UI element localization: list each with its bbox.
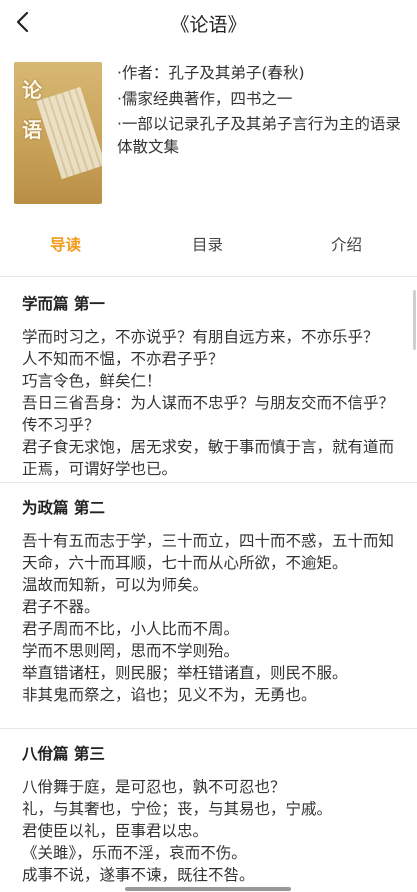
verse-line: 学而不思则罔，思而不学则殆。 [22, 642, 240, 660]
verse-line: 举直错诸枉，则民服；举枉错诸直，则民不服。 [22, 664, 348, 682]
divider [0, 728, 417, 729]
book-meta: ·作者：孔子及其弟子(春秋) ·儒家经典著作，四书之一 ·一部以记录孔子及其弟子… [117, 62, 409, 161]
verse-line: 八佾舞于庭，是可忍也，孰不可忍也？ [22, 778, 286, 796]
author-line: ·作者：孔子及其弟子(春秋) [117, 64, 305, 82]
top-bar: 《论语》 [0, 0, 417, 46]
chapter-title: 为政篇 第二 [22, 499, 105, 517]
classic-line: ·儒家经典著作，四书之一 [117, 89, 293, 108]
verse-line: 君子周而不比，小人比而不周。 [22, 620, 240, 638]
chapter-body: 八佾舞于庭，是可忍也，孰不可忍也？ 礼，与其奢也，宁俭；丧，与其易也，宁戚。 君… [22, 776, 400, 886]
verse-line: 学而时习之，不亦说乎？有朋自远方来，不亦乐乎？ [22, 328, 379, 346]
home-indicator[interactable] [125, 887, 291, 891]
verse-line: 吾十有五而志于学，三十而立，四十而不惑，五十而知天命，六十而耳顺，七十而从心所欲… [22, 532, 395, 572]
chapter-3: 八佾篇 第三 八佾舞于庭，是可忍也，孰不可忍也？ 礼，与其奢也，宁俭；丧，与其易… [22, 742, 400, 886]
tab-intro[interactable]: 介绍 [331, 233, 362, 255]
cover-char-2: 语 [22, 118, 42, 142]
chapter-body: 学而时习之，不亦说乎？有朋自远方来，不亦乐乎？ 人不知而不愠，不亦君子乎？ 巧言… [22, 326, 400, 480]
verse-line: 吾日三省吾身：为人谋而不忠乎？与朋友交而不信乎？传不习乎？ [22, 394, 395, 434]
page-title: 《论语》 [170, 14, 247, 36]
verse-line: 君使臣以礼，臣事君以忠。 [22, 822, 209, 840]
chapter-title: 学而篇 第一 [22, 295, 105, 313]
chapter-title: 八佾篇 第三 [22, 745, 105, 763]
verse-line: 温故而知新，可以为师矣。 [22, 576, 209, 594]
chapter-1: 学而篇 第一 学而时习之，不亦说乎？有朋自远方来，不亦乐乎？ 人不知而不愠，不亦… [22, 292, 400, 480]
tab-toc[interactable]: 目录 [192, 233, 223, 255]
verse-line: 《关雎》，乐而不淫，哀而不伤。 [22, 844, 247, 862]
verse-line: 巧言令色，鲜矣仁！ [22, 372, 162, 390]
description-line: ·一部以记录孔子及其弟子言行为主的语录体散文集 [117, 115, 401, 156]
verse-line: 君子食无求饱，居无求安，敏于事而慎于言，就有道而正焉，可谓好学也已。 [22, 438, 395, 478]
divider [0, 276, 417, 277]
book-info: 论 语 ·作者：孔子及其弟子(春秋) ·儒家经典著作，四书之一 ·一部以记录孔子… [0, 62, 417, 207]
chapter-body: 吾十有五而志于学，三十而立，四十而不惑，五十而知天命，六十而耳顺，七十而从心所欲… [22, 530, 400, 706]
tab-guide[interactable]: 导读 [50, 233, 81, 255]
verse-line: 礼，与其奢也，宁俭；丧，与其易也，宁戚。 [22, 800, 333, 818]
verse-line: 非其鬼而祭之，谄也；见义不为，无勇也。 [22, 686, 317, 704]
tab-bar: 导读 目录 介绍 [0, 225, 417, 269]
book-cover: 论 语 [14, 62, 102, 204]
verse-line: 君子不器。 [22, 598, 100, 616]
divider [0, 482, 417, 483]
chapter-2: 为政篇 第二 吾十有五而志于学，三十而立，四十而不惑，五十而知天命，六十而耳顺，… [22, 496, 400, 706]
cover-scroll-graphic [36, 86, 102, 180]
scrollbar[interactable] [413, 290, 416, 350]
verse-line: 成事不说，遂事不谏，既往不咎。 [22, 866, 255, 884]
verse-line: 人不知而不愠，不亦君子乎？ [22, 350, 224, 368]
cover-char-1: 论 [22, 78, 42, 102]
